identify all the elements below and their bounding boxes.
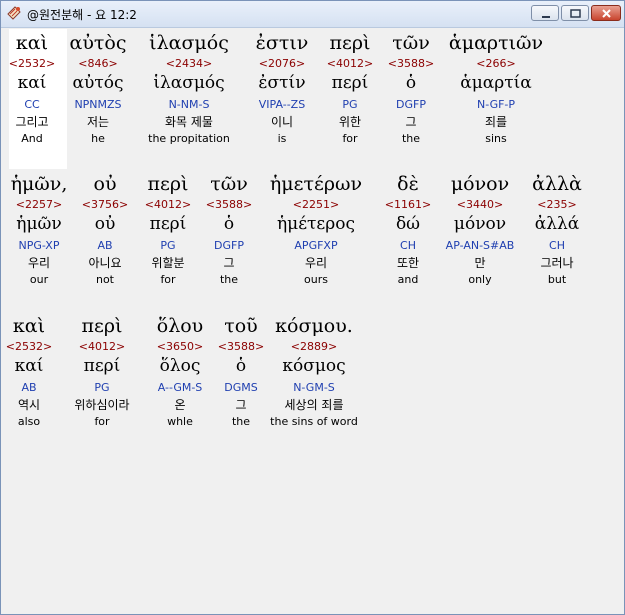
greek-word: ἀλλὰ [532,173,582,195]
book-icon[interactable] [6,5,22,21]
parsing-code: N-GM-S [293,381,335,394]
english-gloss: sins [485,132,507,145]
close-button[interactable] [591,5,621,21]
interlinear-pane: καὶ <2532> καί CC 그리고 And αὐτὸς <846> αὐτός NPNMZ… [4,29,621,611]
lemma: ἀλλά [534,214,580,234]
lemma: κόσμος [282,356,346,376]
greek-word: ἁμαρτιῶν [448,32,544,54]
english-gloss: the sins of word [270,415,358,428]
korean-gloss: 죄를 [484,115,508,129]
parsing-code: CH [549,239,565,252]
maximize-button[interactable] [561,5,589,21]
close-icon [602,9,611,18]
lemma: ἁμαρτία [460,73,532,93]
word-column[interactable]: ἀλλὰ <235> ἀλλά CH 그러나 but [497,172,617,288]
word-column[interactable]: κόσμου. <2889> κόσμος N-GM-S 세상의 죄를 the sins … [254,314,374,430]
greek-word: κόσμου. [275,315,353,337]
korean-gloss: 세상의 죄를 [284,398,344,412]
window-title: @원전분해 - 요 12:2 [27,8,137,22]
parsing-code: N-GF-P [476,98,516,111]
korean-gloss: 그러나 [540,256,574,270]
word-column[interactable]: ἁμαρτιῶν <266> ἁμαρτία N-GF-P 죄를 sins [436,31,556,147]
english-gloss: but [547,273,567,286]
title-bar[interactable]: @원전분해 - 요 12:2 [1,1,624,28]
strongs-number: <2889> [290,340,338,353]
strongs-number: <235> [537,198,577,211]
maximize-icon [570,9,581,18]
minimize-button[interactable] [531,5,559,21]
strongs-number: <266> [476,57,516,70]
minimize-icon [542,16,550,18]
app-window: @원전분해 - 요 12:2 καὶ <2532> καί CC 그리고 And αὐτὸς… [0,0,625,615]
